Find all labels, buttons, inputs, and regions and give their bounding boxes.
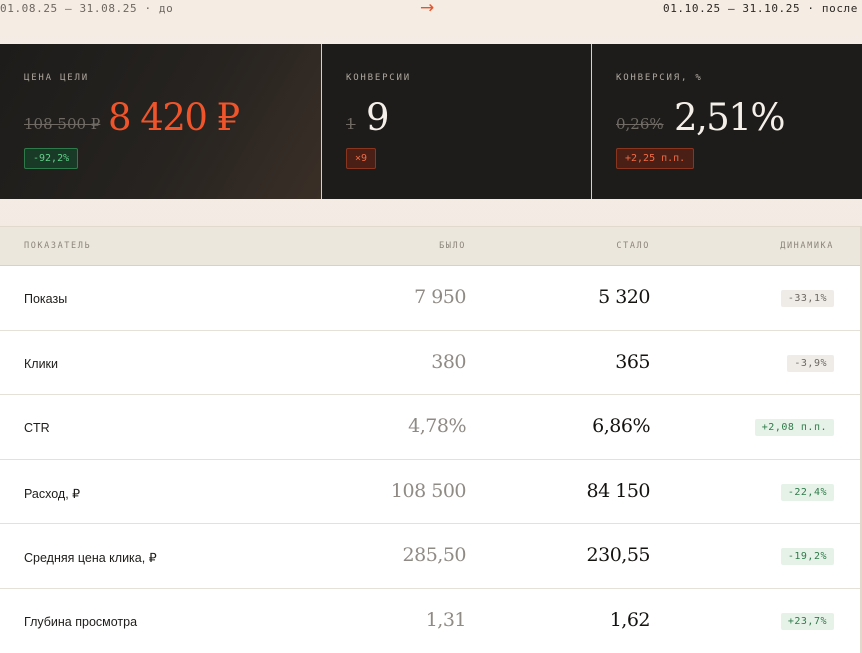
- metric-before: 1,31: [425, 608, 467, 631]
- table-row: Средняя цена клика, ₽ 285,50 230,55 -19,…: [0, 524, 862, 589]
- metric-name: Глубина просмотра: [24, 614, 138, 629]
- table-row: Расход, ₽ 108 500 84 150 -22,4%: [0, 460, 862, 525]
- kpi-label: ЦЕНА ЦЕЛИ: [24, 73, 89, 83]
- table-header: ПОКАЗАТЕЛЬ БЫЛО СТАЛО ДИНАМИКА: [0, 227, 862, 266]
- kpi-change-badge: +2,25 п.п.: [616, 148, 695, 169]
- metric-name: Средняя цена клика, ₽: [24, 551, 157, 566]
- table-row: CTR 4,78% 6,86% +2,08 п.п.: [0, 395, 862, 460]
- metric-before: 4,78%: [408, 415, 466, 438]
- metric-name: CTR: [24, 421, 50, 436]
- metric-before: 380: [431, 350, 466, 373]
- metric-change-badge: +23,7%: [780, 612, 834, 630]
- kpi-label: КОНВЕРСИЯ, %: [616, 73, 703, 83]
- period-before: 01.08.25 — 31.08.25 · до: [0, 2, 174, 15]
- kpi-cards: ЦЕНА ЦЕЛИ 108 500 ₽ 8 420 ₽ -92,2% КОНВЕ…: [0, 44, 862, 199]
- metric-before: 285,50: [402, 544, 467, 567]
- metric-change-badge: +2,08 п.п.: [754, 419, 834, 437]
- metric-name: Показы: [24, 292, 68, 306]
- metric-change-badge: -19,2%: [780, 548, 834, 566]
- kpi-old-value: 1: [346, 115, 356, 133]
- metric-name: Расход, ₽: [24, 486, 81, 501]
- metric-after: 84 150: [586, 479, 651, 502]
- kpi-new-value: 8 420 ₽: [108, 96, 240, 139]
- table-row: Глубина просмотра 1,31 1,62 +23,7%: [0, 589, 862, 653]
- kpi-new-value: 9: [366, 96, 390, 139]
- kpi-change-badge: ×9: [346, 148, 377, 169]
- period-after: 01.10.25 — 31.10.25 · после: [662, 2, 858, 15]
- kpi-new-value: 2,51%: [674, 96, 786, 139]
- kpi-label: КОНВЕРСИИ: [346, 73, 411, 83]
- metric-after: 230,55: [586, 544, 651, 567]
- kpi-card-conversion-rate: КОНВЕРСИЯ, % 0,26% 2,51% +2,25 п.п.: [591, 44, 862, 199]
- kpi-card-goal-price: ЦЕНА ЦЕЛИ 108 500 ₽ 8 420 ₽ -92,2%: [0, 44, 321, 199]
- kpi-change-badge: -92,2%: [24, 148, 79, 169]
- metric-change-badge: -22,4%: [780, 483, 834, 501]
- metric-before: 108 500: [390, 479, 467, 502]
- column-header-metric: ПОКАЗАТЕЛЬ: [24, 241, 92, 251]
- column-header-after: СТАЛО: [616, 241, 650, 251]
- table-row: Показы 7 950 5 320 -33,1%: [0, 266, 862, 331]
- column-header-before: БЫЛО: [439, 241, 466, 251]
- table-row: Клики 380 365 -3,9%: [0, 331, 862, 396]
- metric-change-badge: -33,1%: [780, 290, 834, 307]
- kpi-card-conversions: КОНВЕРСИИ 1 9 ×9: [321, 44, 591, 199]
- kpi-old-value: 108 500 ₽: [24, 115, 101, 133]
- metric-before: 7 950: [414, 286, 466, 308]
- kpi-old-value: 0,26%: [616, 115, 664, 133]
- column-header-change: ДИНАМИКА: [780, 241, 834, 251]
- period-comparison: 01.08.25 — 31.08.25 · до → 01.10.25 — 31…: [0, 0, 862, 20]
- metric-after: 6,86%: [592, 415, 650, 438]
- arrow-right-icon: →: [420, 0, 435, 18]
- metric-after: 1,62: [609, 608, 651, 631]
- metric-change-badge: -3,9%: [787, 354, 834, 372]
- metric-after: 5 320: [598, 286, 650, 308]
- metric-after: 365: [615, 350, 650, 373]
- metrics-table: ПОКАЗАТЕЛЬ БЫЛО СТАЛО ДИНАМИКА Показы 7 …: [0, 226, 862, 653]
- metric-name: Клики: [24, 356, 59, 371]
